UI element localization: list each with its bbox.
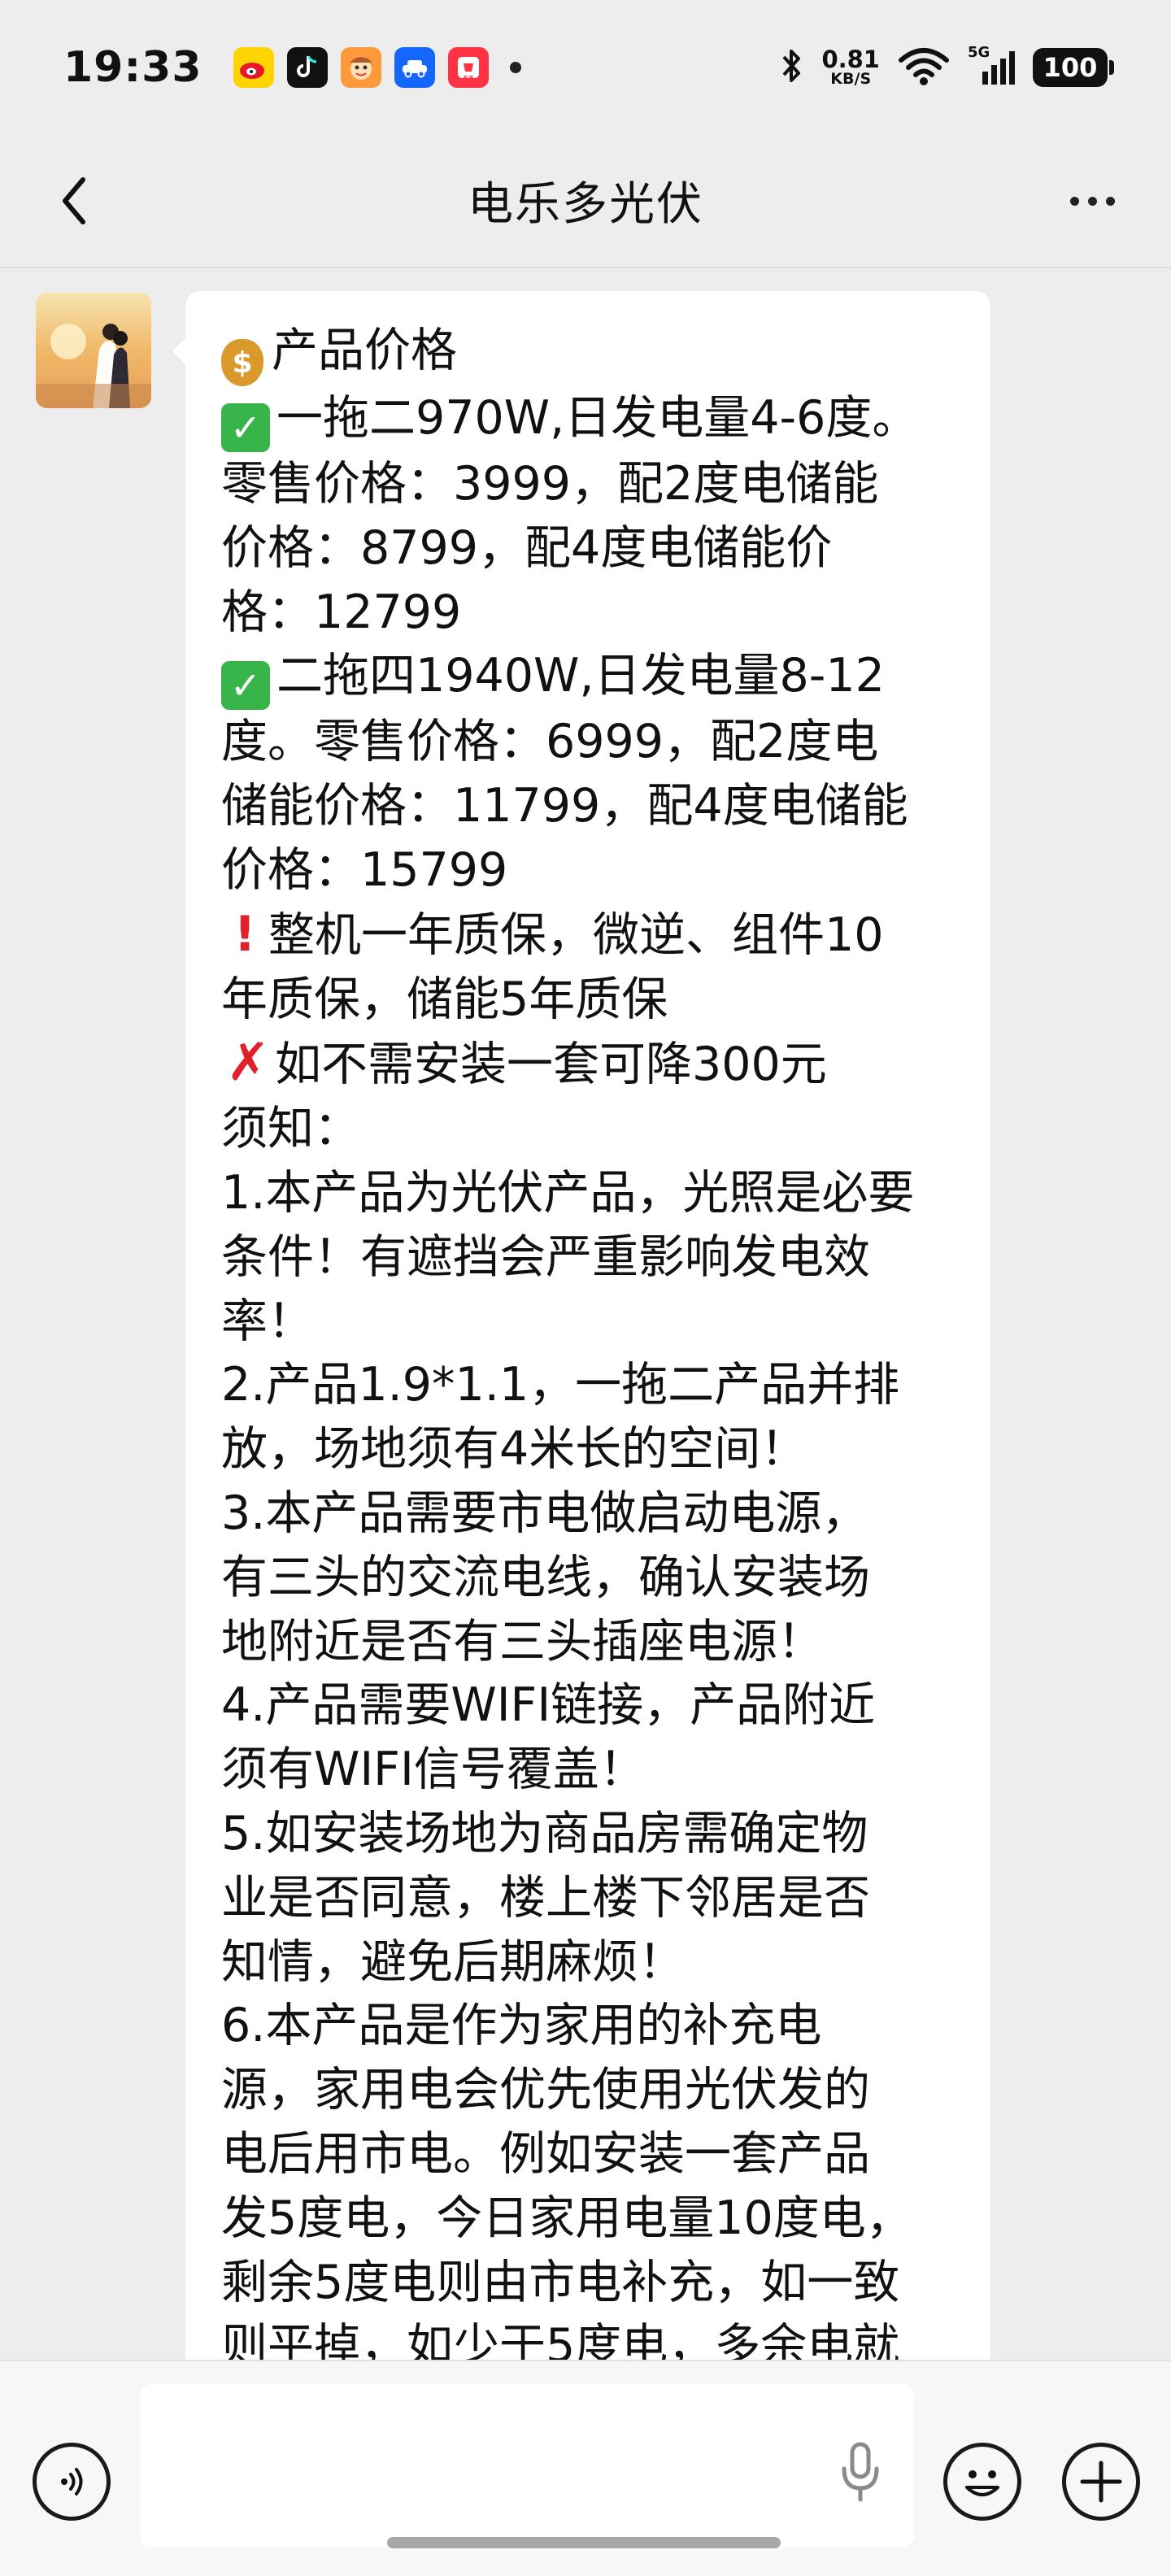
message-line: 率！ xyxy=(221,1294,314,1348)
notification-icons: 6/8 xyxy=(233,46,521,88)
message-line: 5.如安装场地为商品房需确定物 xyxy=(221,1806,868,1860)
message-bubble[interactable]: $ 产品价格 ✓ 一拖二970W,日发电量4-6度。 零售价格：3999，配2度电储… xyxy=(172,291,990,2360)
shopping-app-icon: 6/8 xyxy=(447,46,489,88)
net-speed-value: 0.81 xyxy=(821,45,880,73)
system-icons: 0.81 KB/S 5G 100 xyxy=(779,43,1114,89)
message-line: 6.本产品是作为家用的补充电 xyxy=(221,1999,822,2053)
message-line: 储能价格：11799，配4度电储能 xyxy=(221,779,908,833)
message-text: 产品价格 xyxy=(272,324,457,377)
message-text: 二拖四1940W,日发电量8-12 xyxy=(276,649,885,703)
message-line: 3.本产品需要市电做启动电源， xyxy=(221,1486,868,1540)
smiley-face-icon xyxy=(965,2470,999,2496)
network-speed: 0.81 KB/S xyxy=(821,45,880,88)
message-line: 年质保，储能5年质保 xyxy=(221,972,668,1026)
microphone-icon[interactable] xyxy=(836,2439,885,2504)
home-indicator[interactable] xyxy=(387,2537,781,2548)
status-bar: 19:33 6/8 0.81 KB/S 5G 100 xyxy=(0,0,1171,134)
message-line: 1.本产品为光伏产品，光照是必要 xyxy=(221,1165,915,1220)
voice-wave-icon xyxy=(61,2468,83,2496)
more-dot xyxy=(1105,196,1115,206)
message-line: 价格：15799 xyxy=(221,842,508,897)
message-text: 一拖二970W,日发电量4-6度。 xyxy=(276,391,919,445)
plus-icon xyxy=(1080,2461,1122,2503)
bluetooth-icon xyxy=(779,46,803,89)
net-speed-unit: KB/S xyxy=(830,69,872,88)
message-line: 零售价格：3999，配2度电储能 xyxy=(221,457,879,511)
emoji-button[interactable] xyxy=(943,2443,1021,2521)
message-line: 有三头的交流电线，确认安装场 xyxy=(221,1550,870,1604)
message-line: ✓ 二拖四1940W,日发电量8-12 xyxy=(221,644,953,711)
message-line: 条件！有遮挡会严重影响发电效 xyxy=(221,1229,870,1284)
car-home-icon xyxy=(394,46,435,88)
weibo-icon xyxy=(233,46,274,88)
message-line: 放，场地须有4米长的空间！ xyxy=(221,1422,808,1477)
message-line: 2.产品1.9*1.1，一拖二产品并排 xyxy=(221,1358,900,1412)
message-line: 格：12799 xyxy=(221,585,462,639)
message-line: 业是否同意，楼上楼下邻居是否 xyxy=(221,1870,870,1925)
message-line: 源，家用电会优先使用光伏发的 xyxy=(221,2063,870,2117)
check-mark-icon: ✓ xyxy=(221,661,270,711)
chat-area[interactable]: $ 产品价格 ✓ 一拖二970W,日发电量4-6度。 零售价格：3999，配2度电储… xyxy=(0,270,1171,2360)
message-line: ✓ 一拖二970W,日发电量4-6度。 xyxy=(221,386,953,452)
game-app-icon xyxy=(340,46,381,88)
message-input[interactable] xyxy=(140,2384,914,2547)
voice-input-button[interactable] xyxy=(33,2443,111,2521)
message-line: 度。零售价格：6999，配2度电 xyxy=(221,715,879,769)
message-line: ✗ 如不需安装一套可降300元 xyxy=(221,1031,953,1097)
cellular-signal-icon: 5G xyxy=(968,43,1015,88)
money-bag-icon: $ xyxy=(221,339,263,386)
message-line: 知情，避免后期麻烦！ xyxy=(221,1934,685,1989)
more-options-button[interactable] xyxy=(1056,168,1129,233)
message-line: 电后用市电。例如安装一套产品 xyxy=(221,2126,870,2181)
message-line: 发5度电，今日家用电量10度电， xyxy=(221,2191,912,2245)
signal-label: 5G xyxy=(968,43,990,61)
message-line: $ 产品价格 xyxy=(221,319,953,386)
battery-indicator: 100 xyxy=(1033,47,1114,87)
more-notifications-dot xyxy=(509,61,521,73)
message-line: 须有WIFI信号覆盖！ xyxy=(221,1743,646,1797)
message-line: 4.产品需要WIFI链接，产品附近 xyxy=(221,1678,876,1733)
message-line: 剩余5度电则由市电补充，如一致 xyxy=(221,2255,900,2309)
status-time: 19:33 xyxy=(63,42,202,92)
tiktok-icon xyxy=(286,46,328,88)
message-line: 价格：8799，配4度电储能价 xyxy=(221,520,833,575)
chat-title: 电乐多光伏 xyxy=(468,178,703,231)
exclamation-icon: ! xyxy=(233,905,256,963)
check-mark-icon: ✓ xyxy=(221,403,270,452)
message-text: 整机一年质保，微逆、组件10 xyxy=(268,907,884,962)
message-line: 则平掉，如少于5度电，多余电就 xyxy=(221,2319,900,2360)
more-dot xyxy=(1087,196,1097,206)
wifi-icon xyxy=(898,46,950,89)
chevron-left-icon xyxy=(63,177,85,224)
back-button[interactable] xyxy=(42,168,107,233)
more-functions-button[interactable] xyxy=(1062,2443,1140,2521)
message-text: 如不需安装一套可降300元 xyxy=(275,1038,827,1092)
more-dot xyxy=(1069,196,1079,206)
chat-header: 电乐多光伏 xyxy=(0,134,1171,268)
cross-mark-icon: ✗ xyxy=(226,1033,270,1094)
message-line: 地附近是否有三头插座电源！ xyxy=(221,1614,824,1669)
message-line: 须知： xyxy=(221,1102,360,1156)
svg-text:6/8: 6/8 xyxy=(463,75,472,81)
message-line: ! 整机一年质保，微逆、组件10 xyxy=(221,903,953,968)
sender-avatar[interactable] xyxy=(36,293,151,408)
